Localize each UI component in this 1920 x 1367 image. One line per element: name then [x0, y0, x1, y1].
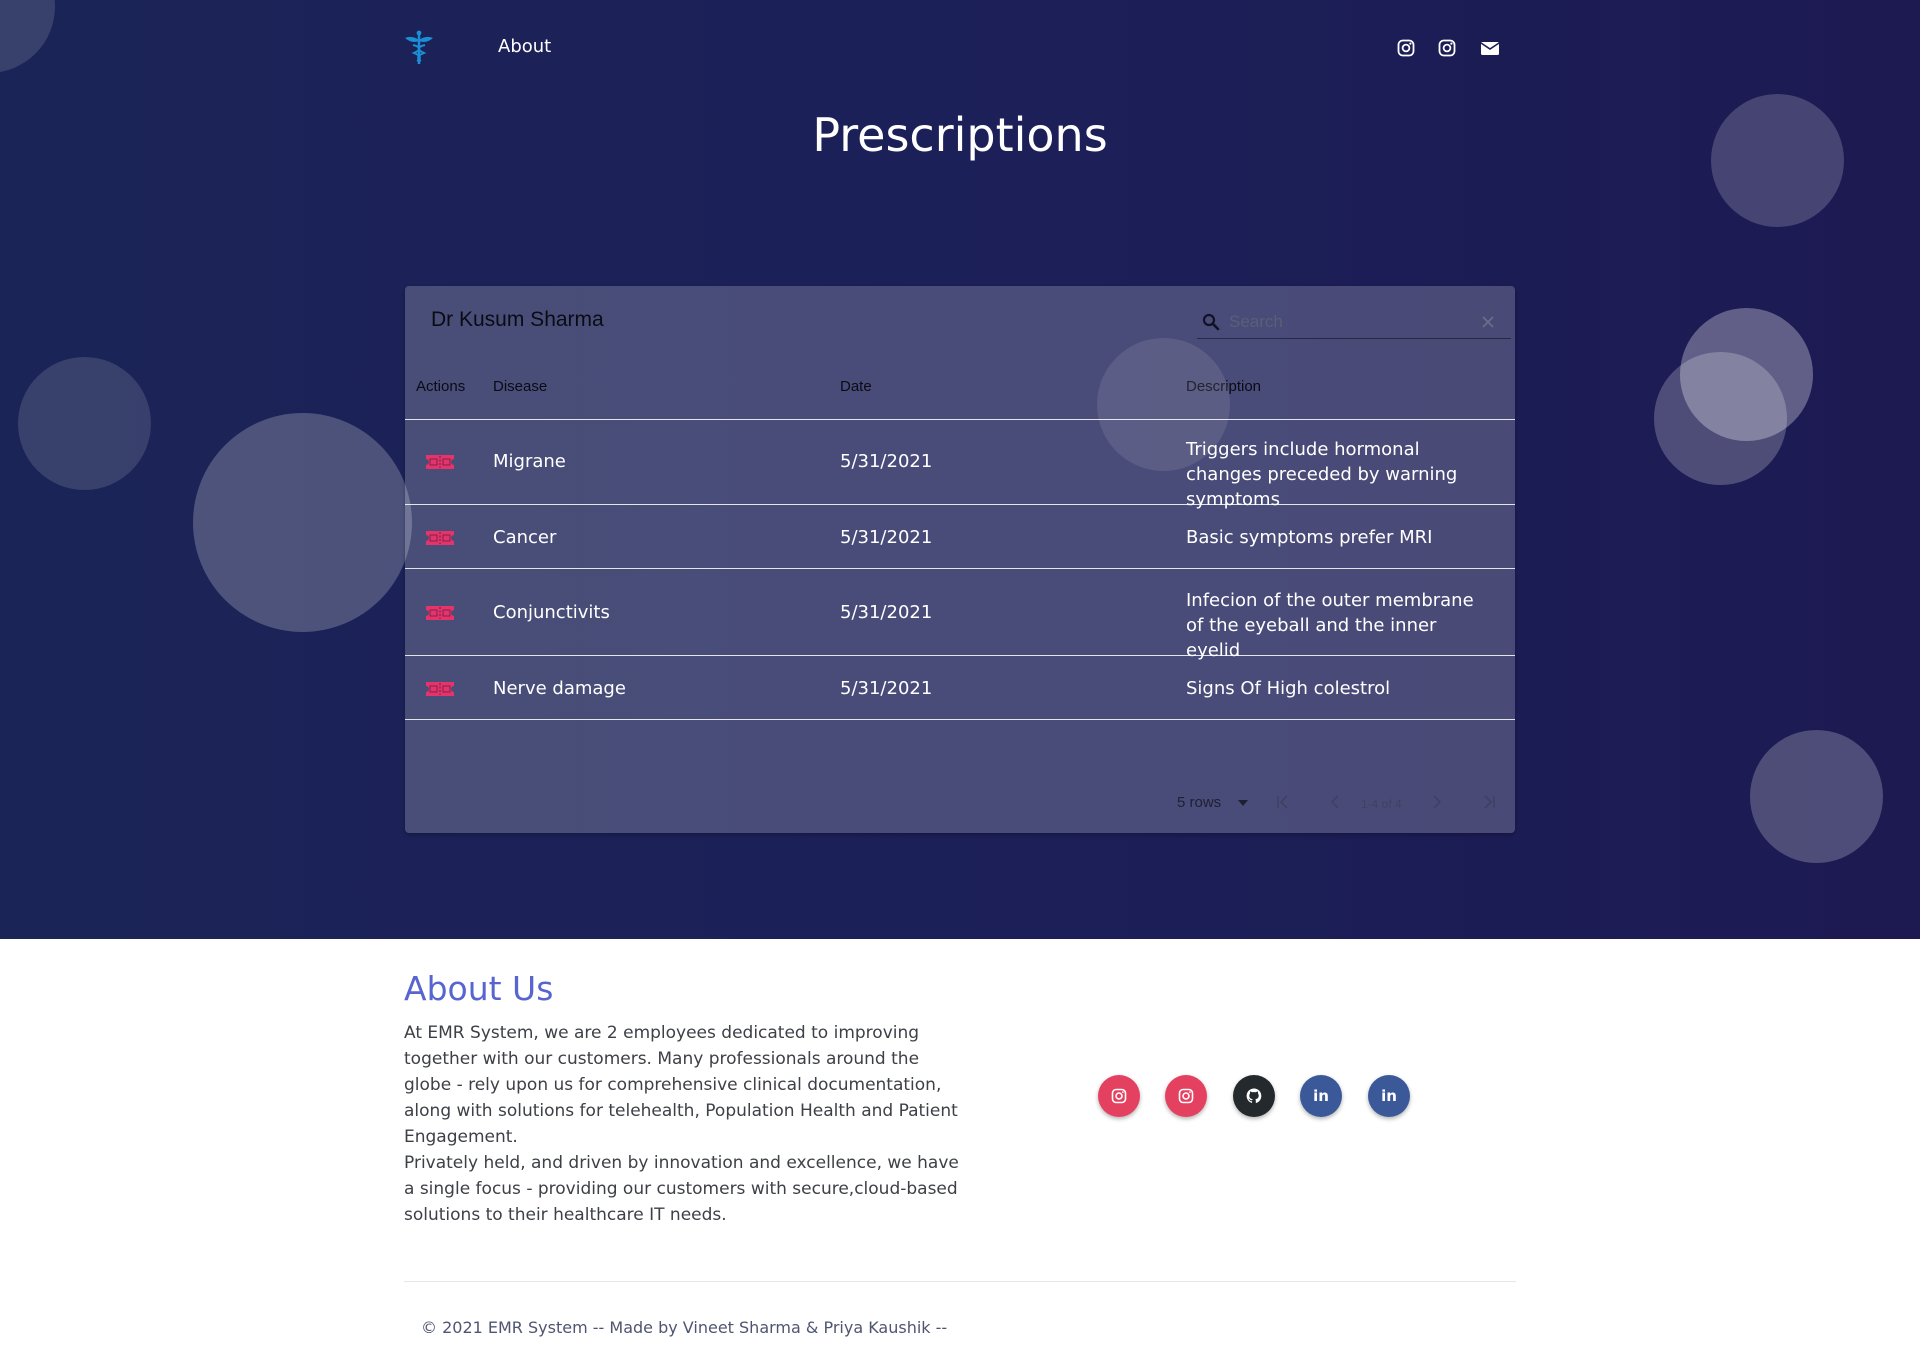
description-cell: Infecion of the outer membrane of the ey… — [1186, 590, 1474, 661]
row-divider — [405, 655, 1515, 656]
date-cell: 5/31/2021 — [840, 678, 933, 699]
doctor-name-title: Dr Kusum Sharma — [431, 308, 604, 331]
instagram-icon[interactable] — [1437, 38, 1457, 58]
decorative-bubble — [1654, 352, 1787, 485]
row-divider — [405, 419, 1515, 420]
search-input[interactable] — [1227, 308, 1471, 336]
disease-cell: Nerve damage — [493, 678, 626, 699]
clear-search-icon[interactable] — [1479, 313, 1497, 331]
about-paragraph: Privately held, and driven by innovation… — [404, 1153, 959, 1225]
last-page-icon[interactable] — [1479, 792, 1499, 812]
envelope-icon[interactable] — [1479, 38, 1501, 58]
instagram-icon[interactable] — [1165, 1075, 1207, 1117]
linkedin-icon[interactable]: in — [1368, 1075, 1410, 1117]
nav-about-link[interactable]: About — [498, 36, 551, 57]
hero-section: About Prescriptions Dr Kusum Sharma Acti… — [0, 0, 1920, 939]
row-divider — [405, 504, 1515, 505]
page-title: Prescriptions — [812, 108, 1108, 162]
description-cell: Basic symptoms prefer MRI — [1186, 527, 1433, 548]
linkedin-label: in — [1381, 1087, 1397, 1105]
decorative-bubble — [18, 357, 151, 490]
about-us-heading: About Us — [404, 969, 554, 1008]
date-cell: 5/31/2021 — [840, 451, 933, 472]
decorative-bubble — [193, 413, 412, 632]
previous-page-icon[interactable] — [1325, 792, 1345, 812]
next-page-icon[interactable] — [1427, 792, 1447, 812]
disease-cell: Conjunctivits — [493, 602, 610, 623]
date-cell: 5/31/2021 — [840, 602, 933, 623]
rows-per-page-select[interactable]: 5 rows — [1177, 794, 1221, 811]
ticket-icon[interactable] — [425, 604, 455, 622]
decorative-bubble — [0, 0, 55, 73]
column-header-disease[interactable]: Disease — [493, 378, 547, 395]
ticket-icon[interactable] — [425, 453, 455, 471]
footer-divider — [404, 1281, 1516, 1282]
linkedin-icon[interactable]: in — [1300, 1075, 1342, 1117]
row-divider — [405, 568, 1515, 569]
description-cell: Triggers include hormonal changes preced… — [1186, 439, 1458, 510]
about-paragraph: At EMR System, we are 2 employees dedica… — [404, 1023, 958, 1147]
decorative-bubble — [1750, 730, 1883, 863]
instagram-icon[interactable] — [1098, 1075, 1140, 1117]
instagram-icon[interactable] — [1396, 38, 1416, 58]
copyright-text: © 2021 EMR System -- Made by Vineet Shar… — [421, 1318, 948, 1337]
linkedin-label: in — [1313, 1087, 1329, 1105]
disease-cell: Migrane — [493, 451, 566, 472]
pagination-range: 1-4 of 4 — [1361, 797, 1402, 811]
description-cell: Signs Of High colestrol — [1186, 678, 1391, 699]
column-header-date[interactable]: Date — [840, 378, 872, 395]
column-header-actions[interactable]: Actions — [416, 378, 465, 395]
search-box — [1197, 306, 1511, 339]
date-cell: 5/31/2021 — [840, 527, 933, 548]
decorative-bubble — [1097, 338, 1230, 471]
ticket-icon[interactable] — [425, 529, 455, 547]
caduceus-logo-icon[interactable] — [404, 30, 434, 66]
ticket-icon[interactable] — [425, 680, 455, 698]
prescriptions-table: Dr Kusum Sharma Actions Disease Date Des… — [405, 286, 1515, 833]
row-divider — [405, 719, 1515, 720]
disease-cell: Cancer — [493, 527, 557, 548]
caret-down-icon[interactable] — [1238, 800, 1248, 806]
first-page-icon[interactable] — [1273, 792, 1293, 812]
search-icon — [1201, 312, 1221, 332]
github-icon[interactable] — [1233, 1075, 1275, 1117]
